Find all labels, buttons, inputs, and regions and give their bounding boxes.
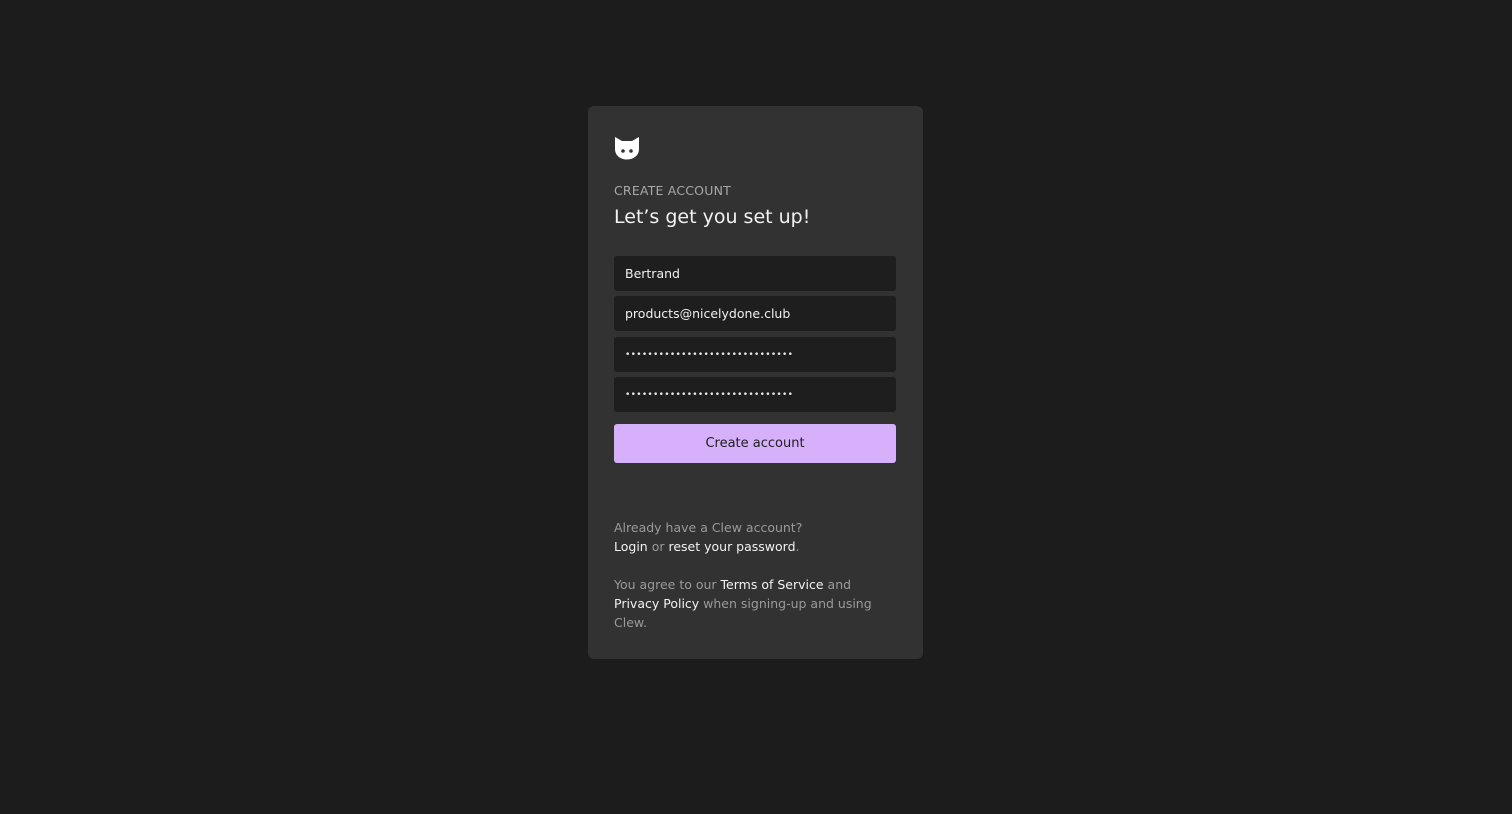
email-field[interactable]: products@nicelydone.club — [614, 296, 896, 331]
section-eyebrow: CREATE ACCOUNT — [614, 183, 731, 198]
name-field[interactable]: Bertrand — [614, 256, 896, 291]
or-text: or — [647, 539, 669, 554]
password-field[interactable]: •••••••••••••••••••••••••••••• — [614, 337, 896, 372]
name-field-value: Bertrand — [625, 266, 680, 281]
signup-card: CREATE ACCOUNT Let’s get you set up! Ber… — [588, 106, 923, 659]
confirm-password-field-value: •••••••••••••••••••••••••••••• — [625, 389, 794, 400]
reset-password-link[interactable]: reset your password — [668, 539, 795, 554]
cat-logo-icon — [615, 137, 639, 160]
login-link[interactable]: Login — [614, 539, 648, 554]
agree-prefix-text: You agree to our — [614, 577, 721, 592]
period-text: . — [795, 539, 800, 554]
create-account-button[interactable]: Create account — [614, 424, 896, 463]
privacy-policy-link[interactable]: Privacy Policy — [614, 596, 699, 611]
password-field-value: •••••••••••••••••••••••••••••• — [625, 349, 794, 360]
terms-notice: You agree to our Terms of Service and Pr… — [614, 575, 896, 632]
terms-of-service-link[interactable]: Terms of Service — [721, 577, 824, 592]
login-prompt: Already have a Clew account? Login or re… — [614, 518, 896, 556]
email-field-value: products@nicelydone.club — [625, 306, 791, 321]
page-title: Let’s get you set up! — [614, 206, 811, 228]
and-text: and — [823, 577, 856, 592]
confirm-password-field[interactable]: •••••••••••••••••••••••••••••• — [614, 377, 896, 412]
already-have-account-text: Already have a Clew account? — [614, 520, 803, 535]
